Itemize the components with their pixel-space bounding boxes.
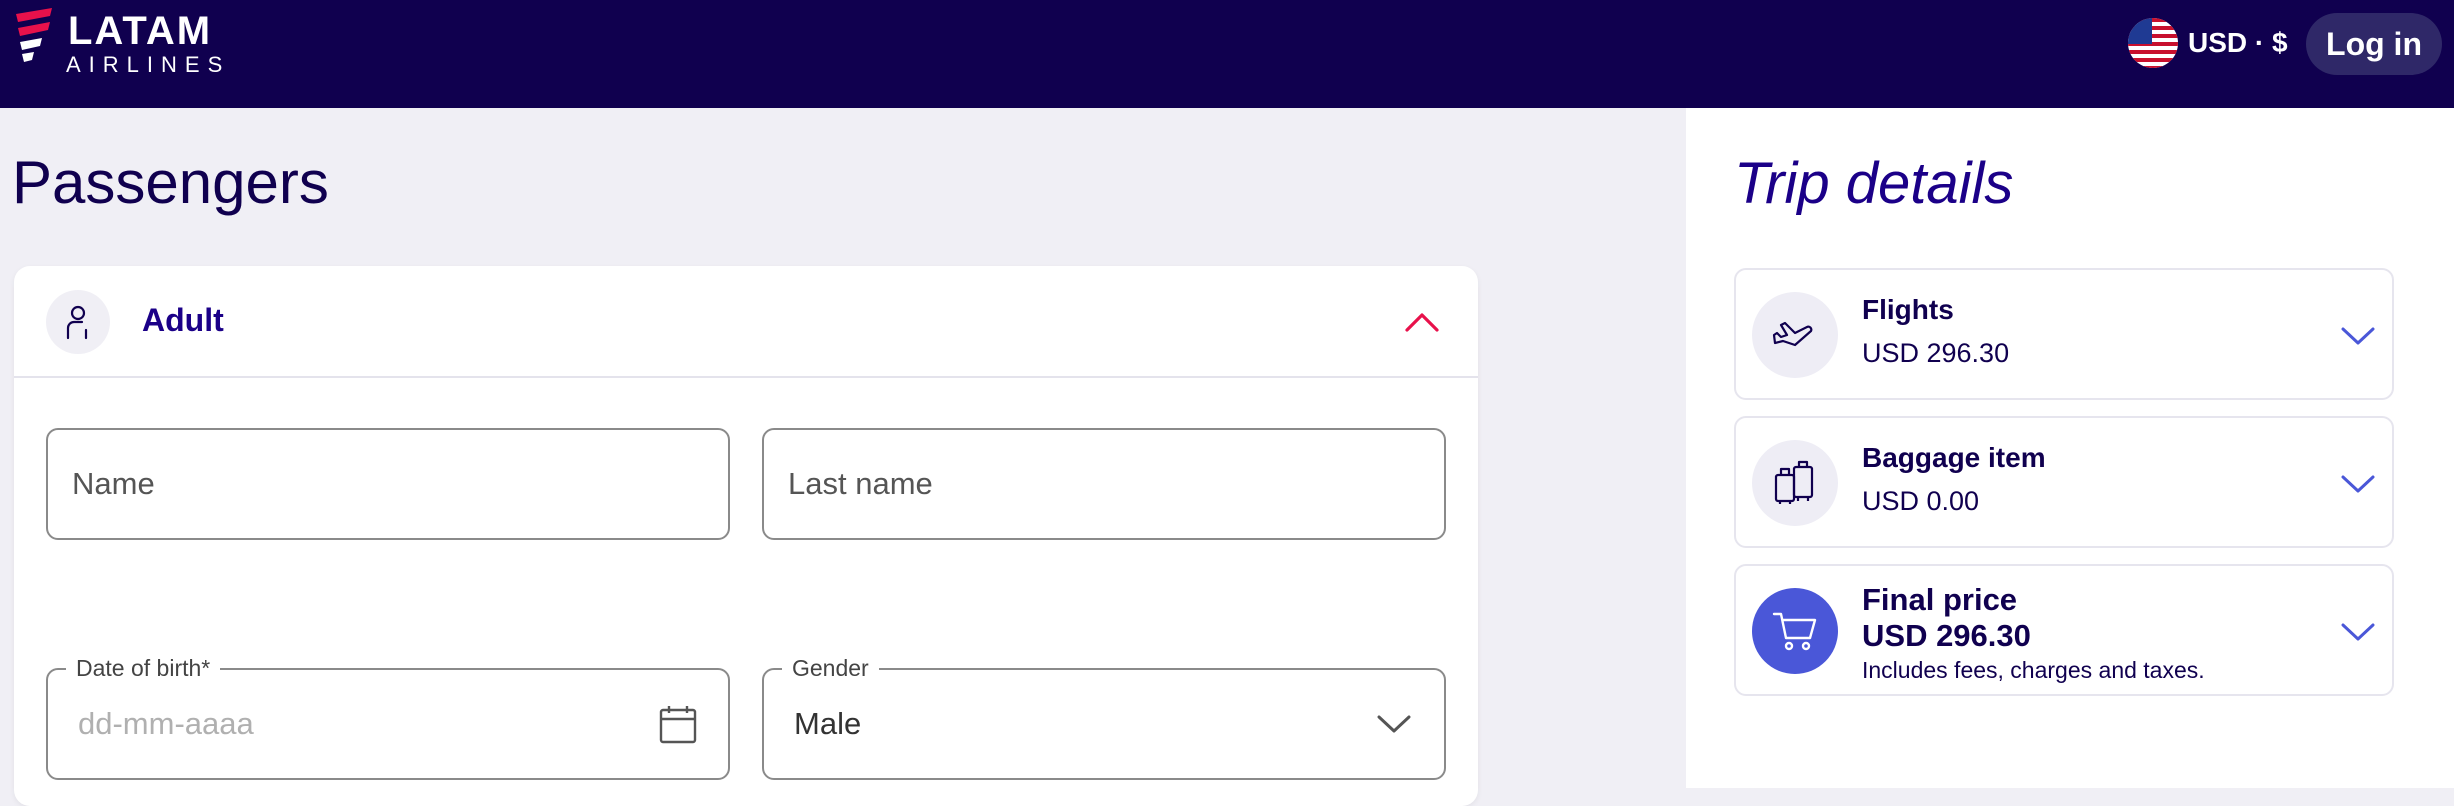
name-field[interactable] xyxy=(46,428,730,540)
name-input[interactable] xyxy=(72,430,704,538)
date-of-birth-input[interactable] xyxy=(78,670,710,778)
baggage-amount: USD 0.00 xyxy=(1862,486,1980,516)
brand-wordmark: LATAM xyxy=(68,9,213,53)
flights-amount: USD 296.30 xyxy=(1862,338,2010,368)
baggage-title: Baggage item xyxy=(1862,442,2046,473)
baggage-summary-card[interactable]: Baggage item USD 0.00 xyxy=(1734,416,2394,548)
final-price-title: Final price xyxy=(1862,582,2018,617)
page-title: Passengers xyxy=(12,149,329,216)
last-name-field[interactable] xyxy=(762,428,1446,540)
top-header: LATAM AIRLINES USD · $ Log in xyxy=(0,0,2454,108)
chevron-down-icon[interactable] xyxy=(2338,464,2378,504)
person-icon xyxy=(46,290,110,354)
final-price-amount: USD 296.30 xyxy=(1862,618,2031,653)
flights-summary-card[interactable]: Flights USD 296.30 xyxy=(1734,268,2394,400)
trip-details-panel: Trip details Flights USD 296.30 Baggage … xyxy=(1686,108,2454,788)
brand-subtitle: AIRLINES xyxy=(66,52,231,77)
latam-logo[interactable]: LATAM AIRLINES xyxy=(12,6,232,76)
flights-title: Flights xyxy=(1862,294,1954,325)
final-price-note: Includes fees, charges and taxes. xyxy=(1862,657,2205,683)
chevron-down-icon[interactable] xyxy=(2338,612,2378,652)
calendar-icon[interactable] xyxy=(658,704,698,744)
airplane-icon xyxy=(1752,292,1838,378)
luggage-icon xyxy=(1752,440,1838,526)
cart-icon xyxy=(1752,588,1838,674)
latam-logo-mark-icon xyxy=(16,8,52,62)
currency-selector[interactable]: USD · $ xyxy=(2128,18,2288,68)
last-name-input[interactable] xyxy=(788,430,1420,538)
login-button[interactable]: Log in xyxy=(2306,13,2442,75)
passenger-card: Adult Date of birth* Gender Male xyxy=(14,266,1478,806)
chevron-down-icon[interactable] xyxy=(2338,316,2378,356)
final-price-card[interactable]: Final price USD 296.30 Includes fees, ch… xyxy=(1734,564,2394,696)
passenger-card-header[interactable]: Adult xyxy=(14,266,1478,378)
gender-select[interactable]: Gender Male xyxy=(762,654,1446,780)
passenger-type-label: Adult xyxy=(142,302,224,338)
gender-value: Male xyxy=(794,706,862,741)
chevron-up-icon[interactable] xyxy=(1402,302,1442,342)
currency-label: USD · $ xyxy=(2188,27,2288,58)
us-flag-icon xyxy=(2128,18,2178,68)
date-of-birth-field[interactable]: Date of birth* xyxy=(46,654,730,780)
chevron-down-icon[interactable] xyxy=(1374,704,1414,744)
trip-details-title: Trip details xyxy=(1734,151,2014,216)
